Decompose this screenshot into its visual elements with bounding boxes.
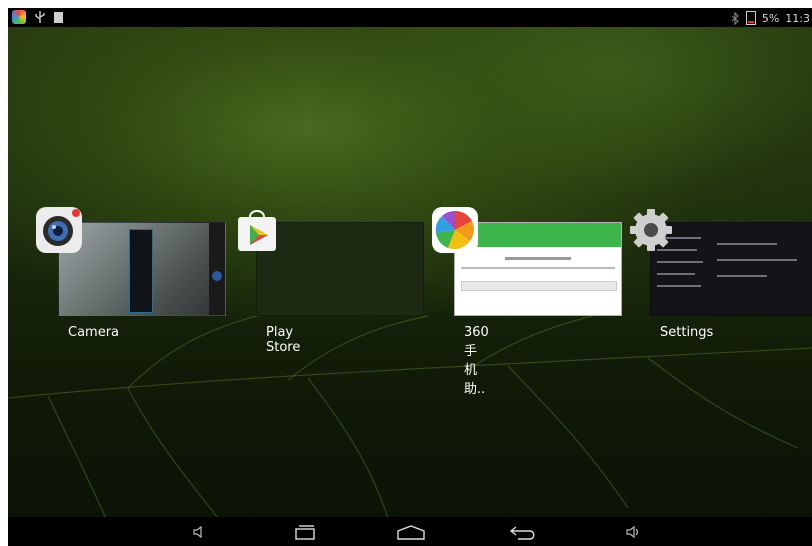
volume-down-button[interactable] (184, 521, 214, 543)
home-icon (397, 525, 425, 540)
recent-apps-icon (295, 525, 315, 540)
thumbnail-text-line (657, 261, 703, 263)
battery-icon (745, 11, 756, 25)
app-360-icon (12, 10, 26, 24)
thumbnail-shutter (212, 271, 222, 281)
recent-label-settings: Settings (660, 325, 714, 340)
recent-label-360: 360手机助.. (464, 325, 489, 397)
recent-apps-button[interactable] (290, 521, 320, 543)
thumbnail-text-line (461, 267, 615, 269)
thumbnail-preview-strip (129, 229, 153, 313)
navigation-bar (8, 517, 812, 546)
clock: 11:3 (785, 11, 810, 25)
thumbnail-text-line (717, 243, 777, 245)
back-icon (509, 526, 535, 540)
recents-screen: 5% 11:3 Camera Play Store 360手机助.. Setti… (8, 8, 812, 546)
status-bar: 5% 11:3 (8, 8, 812, 27)
thumbnail-camera-controls (209, 223, 225, 315)
recent-label-camera: Camera (68, 325, 120, 340)
camera-icon (36, 207, 82, 253)
thumbnail-text-line (505, 257, 571, 260)
thumbnail-text-line (657, 273, 695, 275)
recent-label-play-store: Play Store (266, 325, 301, 355)
thumbnail-text-line (717, 275, 767, 277)
play-store-icon (238, 210, 276, 251)
home-button[interactable] (396, 521, 426, 543)
usb-icon (35, 11, 45, 23)
volume-up-icon (626, 525, 639, 539)
thumbnail-text-line (717, 259, 797, 261)
battery-percent: 5% (761, 11, 780, 25)
thumbnail-text-line (657, 285, 701, 287)
bluetooth-icon (731, 11, 739, 25)
notification-square-icon (54, 11, 63, 23)
wallpaper-leaf-veins (8, 311, 812, 524)
thumbnail-button (461, 281, 617, 291)
app-360-icon (432, 207, 478, 253)
volume-up-button[interactable] (618, 521, 648, 543)
back-button[interactable] (508, 521, 538, 543)
volume-down-icon (193, 525, 202, 539)
gear-icon (630, 209, 672, 251)
